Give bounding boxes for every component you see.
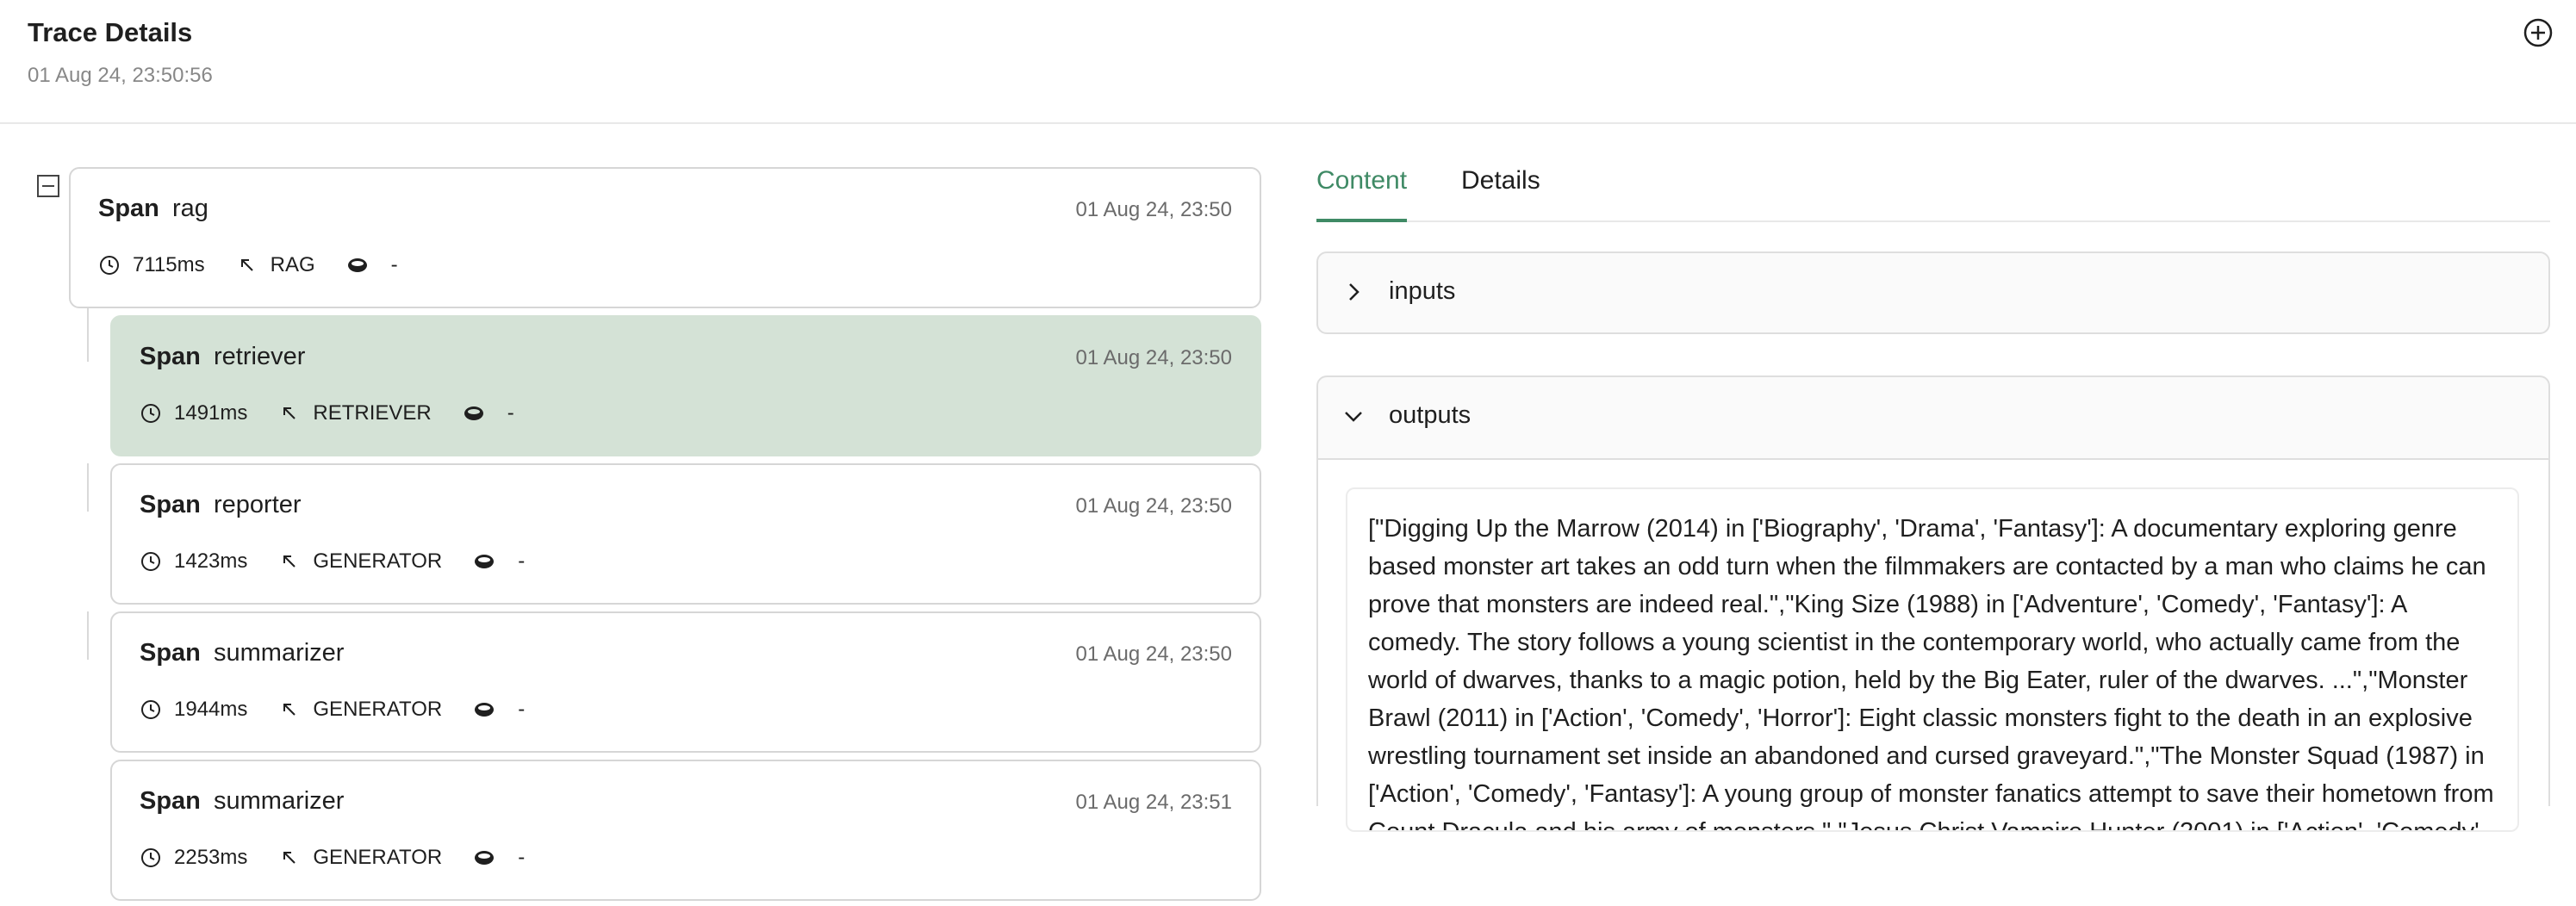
span-kind: RETRIEVER bbox=[313, 401, 432, 425]
span-tokens: - bbox=[518, 549, 526, 573]
arrow-up-left-icon bbox=[283, 852, 296, 864]
span-time: 01 Aug 24, 23:50 bbox=[1075, 346, 1233, 369]
span-tokens: - bbox=[390, 253, 398, 276]
chevron-down-icon bbox=[1345, 412, 1362, 422]
tab-details[interactable]: Details bbox=[1461, 164, 1540, 222]
span-detail-panel: Content Details inputs outputs ["Digging… bbox=[1316, 126, 2550, 906]
detail-tabs: Content Details bbox=[1316, 164, 2550, 222]
clock-icon bbox=[141, 404, 160, 423]
minus-square-icon[interactable] bbox=[36, 174, 60, 198]
span-tokens: - bbox=[507, 401, 514, 425]
span-meta: 1491ms RETRIEVER - bbox=[140, 400, 514, 427]
span-name: retriever bbox=[214, 343, 306, 370]
span-kind: GENERATOR bbox=[313, 698, 443, 721]
span-tokens: - bbox=[518, 846, 526, 869]
plus-circle-icon[interactable] bbox=[2523, 17, 2554, 48]
span-meta: 1944ms GENERATOR - bbox=[140, 696, 525, 723]
span-card-retriever[interactable]: Span retriever 01 Aug 24, 23:50 1491ms R… bbox=[110, 315, 1261, 456]
arrow-up-left-icon bbox=[240, 259, 253, 271]
inputs-section: inputs bbox=[1316, 251, 2550, 334]
clock-icon bbox=[141, 700, 160, 719]
token-coin-icon bbox=[464, 406, 483, 420]
tree-connector bbox=[87, 611, 89, 660]
outputs-body: ["Digging Up the Marrow (2014) in ['Biog… bbox=[1318, 458, 2548, 832]
span-type-label: Span bbox=[140, 491, 201, 518]
span-type-label: Span bbox=[140, 787, 201, 815]
span-meta: 2253ms GENERATOR - bbox=[140, 844, 525, 872]
token-coin-icon bbox=[475, 555, 495, 568]
outputs-text: ["Digging Up the Marrow (2014) in ['Biog… bbox=[1346, 487, 2519, 832]
span-time: 01 Aug 24, 23:50 bbox=[1075, 642, 1233, 666]
outputs-label: outputs bbox=[1389, 401, 1472, 429]
page-title: Trace Details bbox=[28, 17, 193, 47]
outputs-section: outputs ["Digging Up the Marrow (2014) i… bbox=[1316, 375, 2550, 832]
span-kind: RAG bbox=[270, 253, 315, 276]
span-duration: 1944ms bbox=[174, 698, 248, 721]
arrow-up-left-icon bbox=[283, 407, 296, 419]
token-coin-icon bbox=[347, 258, 367, 272]
span-card-reporter[interactable]: Span reporter 01 Aug 24, 23:50 1423ms GE… bbox=[110, 463, 1261, 605]
span-time: 01 Aug 24, 23:50 bbox=[1075, 198, 1233, 221]
span-type-label: Span bbox=[140, 639, 201, 667]
span-name: reporter bbox=[214, 491, 302, 518]
span-duration: 2253ms bbox=[174, 846, 248, 869]
token-coin-icon bbox=[475, 703, 495, 717]
inputs-label: inputs bbox=[1389, 277, 1456, 305]
chevron-right-icon bbox=[1349, 283, 1360, 301]
outputs-header[interactable]: outputs bbox=[1318, 377, 2548, 456]
span-duration: 7115ms bbox=[133, 253, 205, 276]
span-kind: GENERATOR bbox=[313, 846, 443, 869]
span-kind: GENERATOR bbox=[313, 549, 443, 573]
tab-content[interactable]: Content bbox=[1316, 164, 1408, 222]
span-tree: Span rag 01 Aug 24, 23:50 7115ms RAG - S… bbox=[0, 126, 1275, 906]
arrow-up-left-icon bbox=[283, 704, 296, 716]
span-time: 01 Aug 24, 23:51 bbox=[1075, 791, 1233, 814]
span-duration: 1423ms bbox=[174, 549, 248, 573]
span-meta: 1423ms GENERATOR - bbox=[140, 548, 525, 575]
inputs-header[interactable]: inputs bbox=[1318, 253, 2548, 332]
clock-icon bbox=[141, 848, 160, 867]
tree-connector bbox=[87, 463, 89, 512]
span-type-label: Span bbox=[140, 343, 201, 370]
clock-icon bbox=[141, 552, 160, 571]
span-card-summarizer[interactable]: Span summarizer 01 Aug 24, 23:51 2253ms … bbox=[110, 760, 1261, 901]
span-duration: 1491ms bbox=[174, 401, 248, 425]
arrow-up-left-icon bbox=[283, 555, 296, 568]
span-meta: 7115ms RAG - bbox=[98, 251, 398, 279]
span-name: summarizer bbox=[214, 639, 345, 667]
page-header: Trace Details 01 Aug 24, 23:50:56 bbox=[0, 0, 2576, 124]
span-tokens: - bbox=[518, 698, 526, 721]
span-card-summarizer[interactable]: Span summarizer 01 Aug 24, 23:50 1944ms … bbox=[110, 611, 1261, 753]
span-time: 01 Aug 24, 23:50 bbox=[1075, 494, 1233, 518]
span-name: summarizer bbox=[214, 787, 345, 815]
clock-icon bbox=[100, 256, 119, 275]
trace-timestamp: 01 Aug 24, 23:50:56 bbox=[28, 64, 213, 87]
span-name: rag bbox=[172, 195, 208, 222]
token-coin-icon bbox=[475, 851, 495, 865]
span-card-rag[interactable]: Span rag 01 Aug 24, 23:50 7115ms RAG - bbox=[69, 167, 1261, 308]
span-type-label: Span bbox=[98, 195, 159, 222]
tree-connector bbox=[87, 307, 89, 362]
